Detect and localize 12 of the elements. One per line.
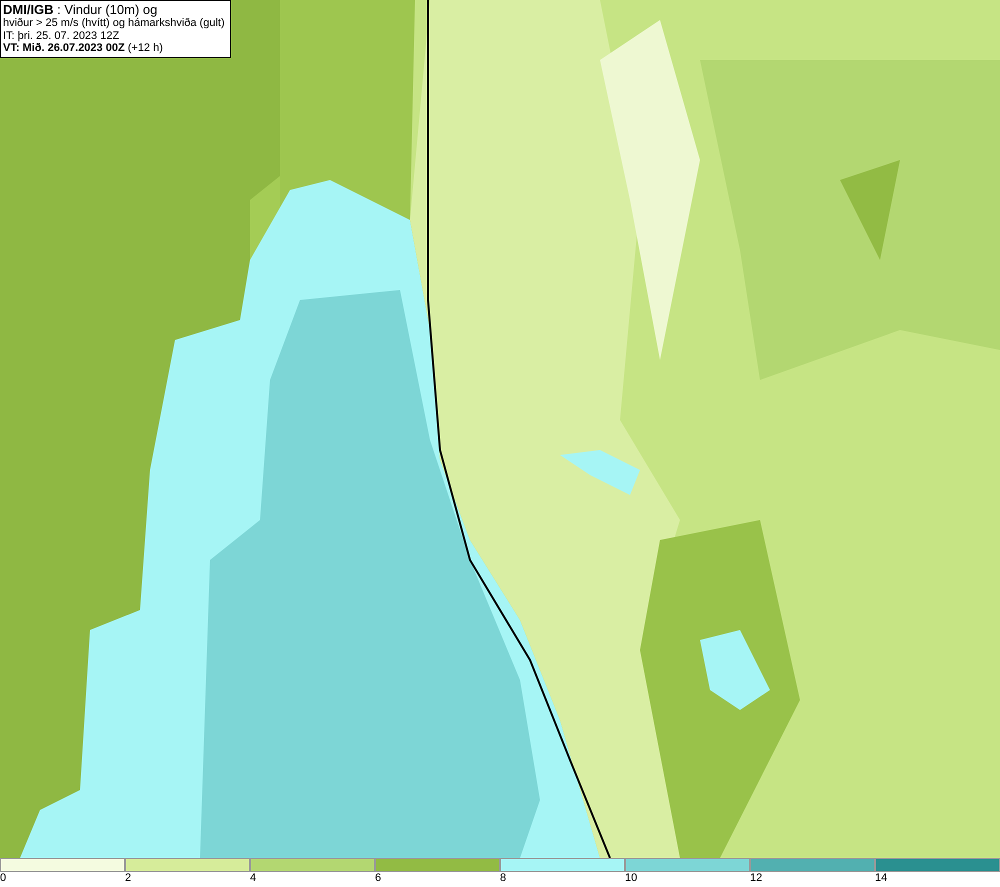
legend-label: 2 [125, 872, 132, 885]
header-line: IT: þri. 25. 07. 2023 12Z [3, 30, 120, 42]
legend-label: 12 [750, 872, 762, 885]
legend-label: 10 [625, 872, 638, 885]
legend-label: 4 [250, 872, 256, 885]
header-line: DMI/IGB : Vindur (10m) og [3, 3, 158, 17]
legend-label: 14 [875, 872, 888, 885]
header-line: VT: Mið. 26.07.2023 00Z (+12 h) [3, 42, 164, 54]
legend-label: 8 [500, 872, 506, 885]
header-line: hviður > 25 m/s (hvítt) og hámarkshviða (gult) [3, 17, 225, 30]
legend-label: 6 [375, 872, 382, 885]
legend-label: 0 [0, 872, 6, 885]
